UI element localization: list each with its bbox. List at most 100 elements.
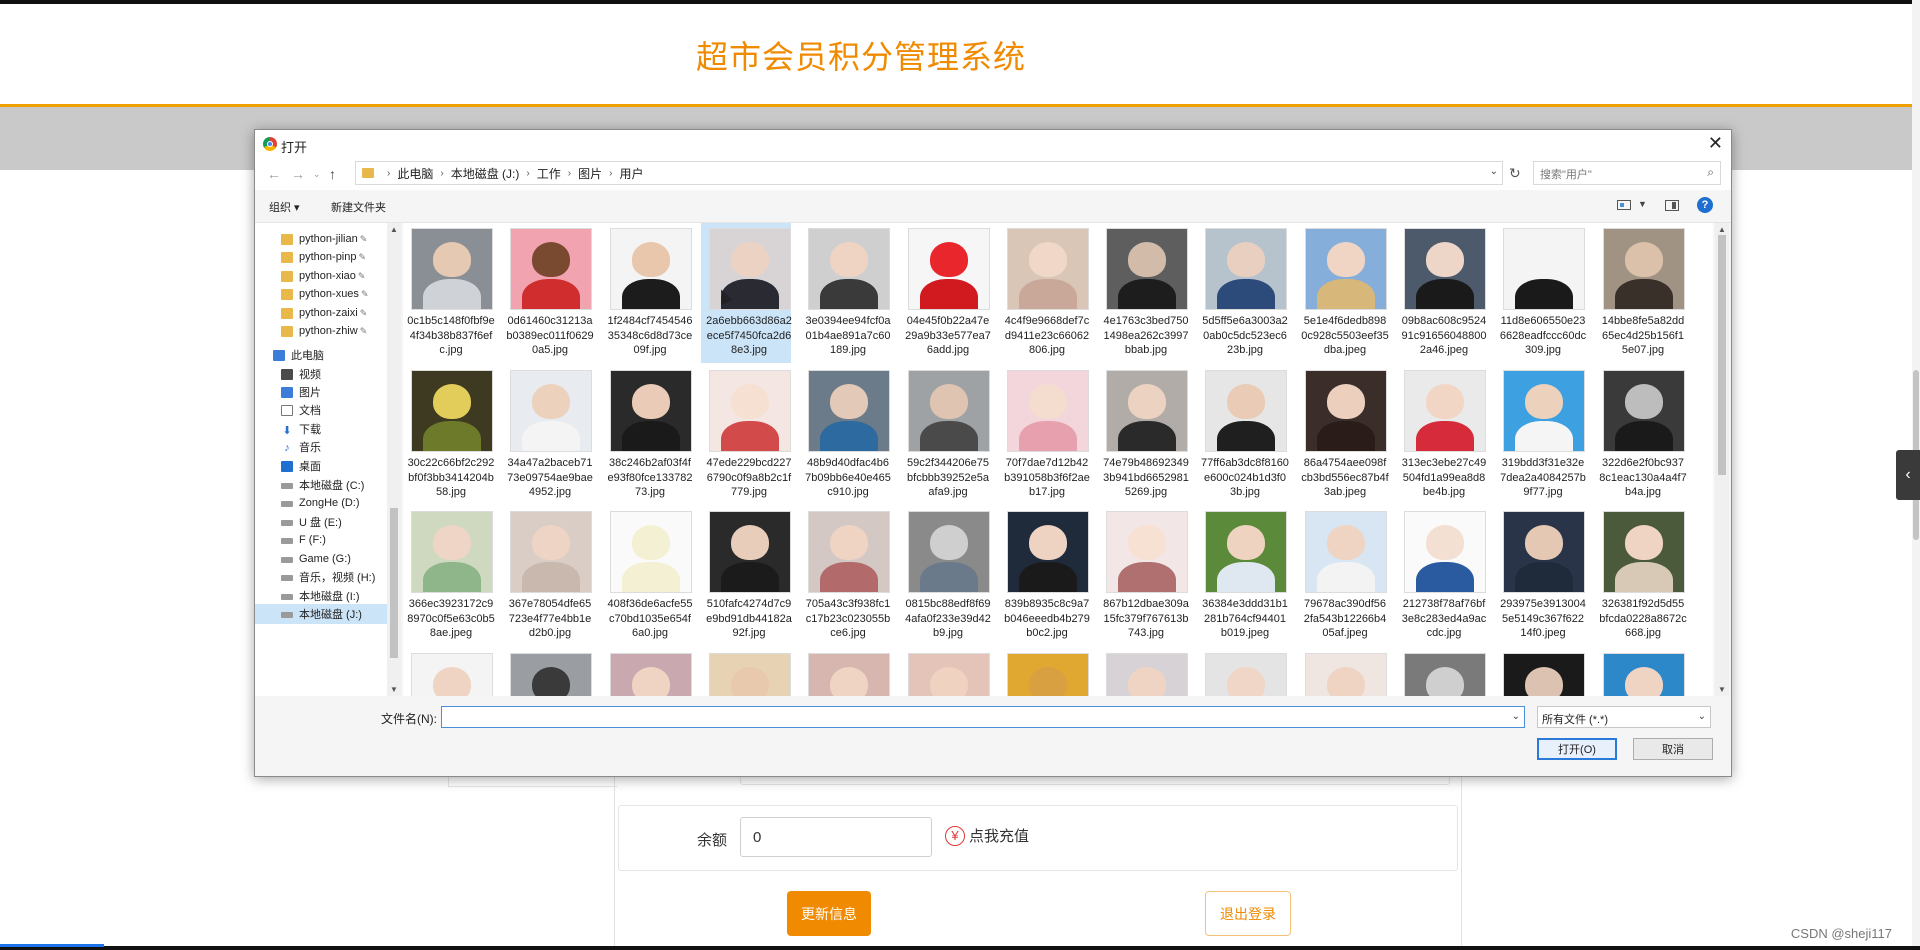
scroll-up-icon[interactable]: ▲	[1718, 225, 1726, 234]
file-item[interactable]	[602, 648, 692, 696]
file-item[interactable]: 09b8ac608c952491c916560488002a46.jpeg	[1396, 223, 1487, 363]
file-item[interactable]: 322d6e2f0bc9378c1eac130a4a4f7b4a.jpg	[1595, 365, 1687, 505]
file-item[interactable]: 70f7dae7d12b42b391058b3f6f2aeb17.jpg	[999, 365, 1090, 505]
sidebar-item[interactable]: 本地磁盘 (I:)	[281, 586, 360, 606]
file-item[interactable]: 5d5ff5e6a3003a20ab0c5dc523ec623b.jpg	[1197, 223, 1288, 363]
sidebar-item[interactable]: 本地磁盘 (J:)	[255, 604, 387, 624]
preview-pane-icon[interactable]	[1665, 200, 1679, 211]
file-item[interactable]: 2a6ebb663d86a2ece5f7450fca2d68e3.jpg	[701, 223, 792, 363]
sidebar-item[interactable]: Game (G:)	[281, 549, 351, 569]
file-item[interactable]	[800, 648, 890, 696]
file-item[interactable]: 14bbe8fe5a82dd65ec4d25b156f15e07.jpg	[1595, 223, 1685, 363]
breadcrumb-item[interactable]: 图片	[578, 165, 602, 182]
breadcrumb-item[interactable]: 本地磁盘 (J:)	[451, 165, 520, 182]
cancel-button[interactable]: 取消	[1633, 738, 1713, 760]
help-icon[interactable]: ?	[1697, 197, 1713, 213]
organize-menu[interactable]: 组织 ▾	[269, 199, 300, 215]
file-item[interactable]: 36384e3ddd31b1281b764cf94401b019.jpeg	[1197, 506, 1288, 646]
sidebar-item[interactable]: ♪ 音乐	[281, 437, 321, 457]
breadcrumb-item[interactable]: 用户	[619, 165, 643, 182]
refresh-icon[interactable]: ↻	[1509, 165, 1521, 182]
file-item[interactable]: 408f36de6acfe55c70bd1035e654f6a0.jpg	[602, 506, 693, 646]
file-item[interactable]: 5e1e4f6dedb8980c928c5503eef35dba.jpeg	[1297, 223, 1389, 363]
file-item[interactable]: 867b12dbae309a15fc379f767613b743.jpg	[1098, 506, 1189, 646]
sidebar-item[interactable]: ZongHe (D:)	[281, 493, 360, 513]
up-arrow-icon[interactable]: ↑	[329, 166, 336, 182]
file-item[interactable]	[701, 648, 791, 696]
new-folder-button[interactable]: 新建文件夹	[331, 199, 386, 215]
recent-dropdown-icon[interactable]: ⌄	[313, 169, 321, 180]
file-item[interactable]: 0d61460c31213ab0389ec011f06290a5.jpg	[502, 223, 594, 363]
file-item[interactable]: 86a4754aee098fcb3bd556ec87b4f3ab.jpeg	[1297, 365, 1389, 505]
sidebar-item[interactable]: 桌面	[281, 456, 321, 476]
file-item[interactable]	[999, 648, 1089, 696]
file-item[interactable]: 74e79b486923493b941bd66529815269.jpg	[1098, 365, 1189, 505]
sidebar-item[interactable]: 此电脑	[273, 345, 324, 365]
forward-arrow-icon[interactable]: →	[291, 166, 305, 182]
file-item[interactable]	[502, 648, 592, 696]
file-item[interactable]: 367e78054dfe65723e4f77e4bb1ed2b0.jpg	[502, 506, 592, 646]
file-item[interactable]: 4c4f9e9668def7cd9411e23c66062806.jpg	[999, 223, 1089, 363]
chevron-down-icon[interactable]: ⌄	[1698, 711, 1706, 722]
sidebar-item[interactable]: python-zhiw ✎	[281, 321, 367, 341]
sidebar-item[interactable]: F (F:)	[281, 530, 326, 550]
sidebar-item[interactable]: 视频	[281, 364, 321, 384]
search-input[interactable]: 搜索"用户" ⌕	[1533, 161, 1721, 185]
file-item[interactable]	[1297, 648, 1387, 696]
chevron-down-icon[interactable]: ⌄	[1490, 166, 1498, 177]
file-item[interactable]: 34a47a2baceb7173e09754ae9bae4952.jpg	[502, 365, 593, 505]
sidebar-item[interactable]: 音乐，视频 (H:)	[281, 567, 375, 587]
file-item[interactable]: 1f2484cf745454635348c6d8d73ce09f.jpg	[602, 223, 693, 363]
file-item[interactable]	[1595, 648, 1685, 696]
file-item[interactable]	[1396, 648, 1486, 696]
recharge-link[interactable]: ¥ 点我充值	[945, 825, 1029, 846]
file-item[interactable]: 293975e39130045e5149c367f62214f0.jpeg	[1495, 506, 1586, 646]
logout-button[interactable]: 退出登录	[1205, 891, 1291, 936]
sidebar-item[interactable]: 图片	[281, 382, 321, 402]
file-item[interactable]: 0c1b5c148f0fbf9e4f34b38b837f6efc.jpg	[403, 223, 495, 363]
file-item[interactable]	[1197, 648, 1287, 696]
address-bar[interactable]: › 此电脑 › 本地磁盘 (J:) › 工作 › 图片 › 用户 ⌄	[355, 161, 1503, 185]
file-item[interactable]: 366ec3923172c98970c0f5e63c0b58ae.jpeg	[403, 506, 495, 646]
back-arrow-icon[interactable]: ←	[267, 166, 281, 182]
sidebar-item[interactable]: python-pinp ✎	[281, 247, 366, 267]
sidebar-item[interactable]: 文档	[281, 400, 321, 420]
file-item[interactable]: 59c2f344206e75bfcbbb39252e5aafa9.jpg	[900, 365, 990, 505]
sidebar-item[interactable]: ⬇ 下载	[281, 419, 321, 439]
file-item[interactable]: 0815bc88edf8f694afa0f233e39d42b9.jpg	[900, 506, 991, 646]
sidebar-item[interactable]: 本地磁盘 (C:)	[281, 475, 364, 495]
open-button[interactable]: 打开(O)	[1537, 738, 1617, 760]
nav-pane-scrollbar[interactable]: ▲ ▼	[387, 223, 401, 696]
file-item[interactable]: 48b9d40dfac4b67b09bb6e40e465c910.jpg	[800, 365, 891, 505]
file-item[interactable]: 79678ac390df562fa543b12266b405af.jpeg	[1297, 506, 1387, 646]
nav-scroll-thumb[interactable]	[390, 508, 398, 658]
grid-scroll-thumb[interactable]	[1718, 235, 1726, 475]
balance-input[interactable]	[740, 817, 932, 857]
file-item[interactable]: 04e45f0b22a47e29a9b33e577ea76add.jpg	[900, 223, 991, 363]
breadcrumb-item[interactable]: 工作	[537, 165, 561, 182]
file-item[interactable]: 319bdd3f31e32e7dea2a4084257b9f77.jpg	[1495, 365, 1586, 505]
file-item[interactable]: 30c22c66bf2c292bf0f3bb3414204b58.jpg	[403, 365, 494, 505]
file-item[interactable]	[900, 648, 990, 696]
file-item[interactable]: 11d8e606550e236628eadfccc60dc309.jpg	[1495, 223, 1586, 363]
view-mode-icon[interactable]	[1617, 200, 1631, 210]
chevron-down-icon[interactable]: ⌄	[1512, 711, 1520, 722]
file-type-select[interactable]: 所有文件 (*.*) ⌄	[1537, 706, 1711, 728]
filename-input[interactable]: ⌄	[441, 706, 1525, 728]
file-item[interactable]: 839b8935c8c9a7b046eeedb4b279b0c2.jpg	[999, 506, 1090, 646]
file-grid-scrollbar[interactable]: ▲ ▼	[1715, 223, 1729, 696]
scroll-down-icon[interactable]: ▼	[390, 685, 398, 694]
breadcrumb-item[interactable]: 此电脑	[397, 165, 433, 182]
file-item[interactable]: 77ff6ab3dc8f8160e600c024b1d3f03b.jpg	[1197, 365, 1289, 505]
file-item[interactable]: 326381f92d5d55bfcda0228a8672c668.jpg	[1595, 506, 1687, 646]
file-item[interactable]	[1098, 648, 1188, 696]
update-info-button[interactable]: 更新信息	[787, 891, 871, 936]
scroll-down-icon[interactable]: ▼	[1718, 685, 1726, 694]
file-item[interactable]: 4e1763c3bed7501498ea262c3997bbab.jpg	[1098, 223, 1189, 363]
file-item[interactable]: 510fafc4274d7c9e9bd91db44182a92f.jpg	[701, 506, 792, 646]
sidebar-item[interactable]: U 盘 (E:)	[281, 512, 342, 532]
side-collapse-tab[interactable]: ‹	[1896, 450, 1920, 500]
file-item[interactable]	[403, 648, 493, 696]
search-icon[interactable]: ⌕	[1707, 165, 1714, 180]
scroll-up-icon[interactable]: ▲	[390, 225, 398, 234]
